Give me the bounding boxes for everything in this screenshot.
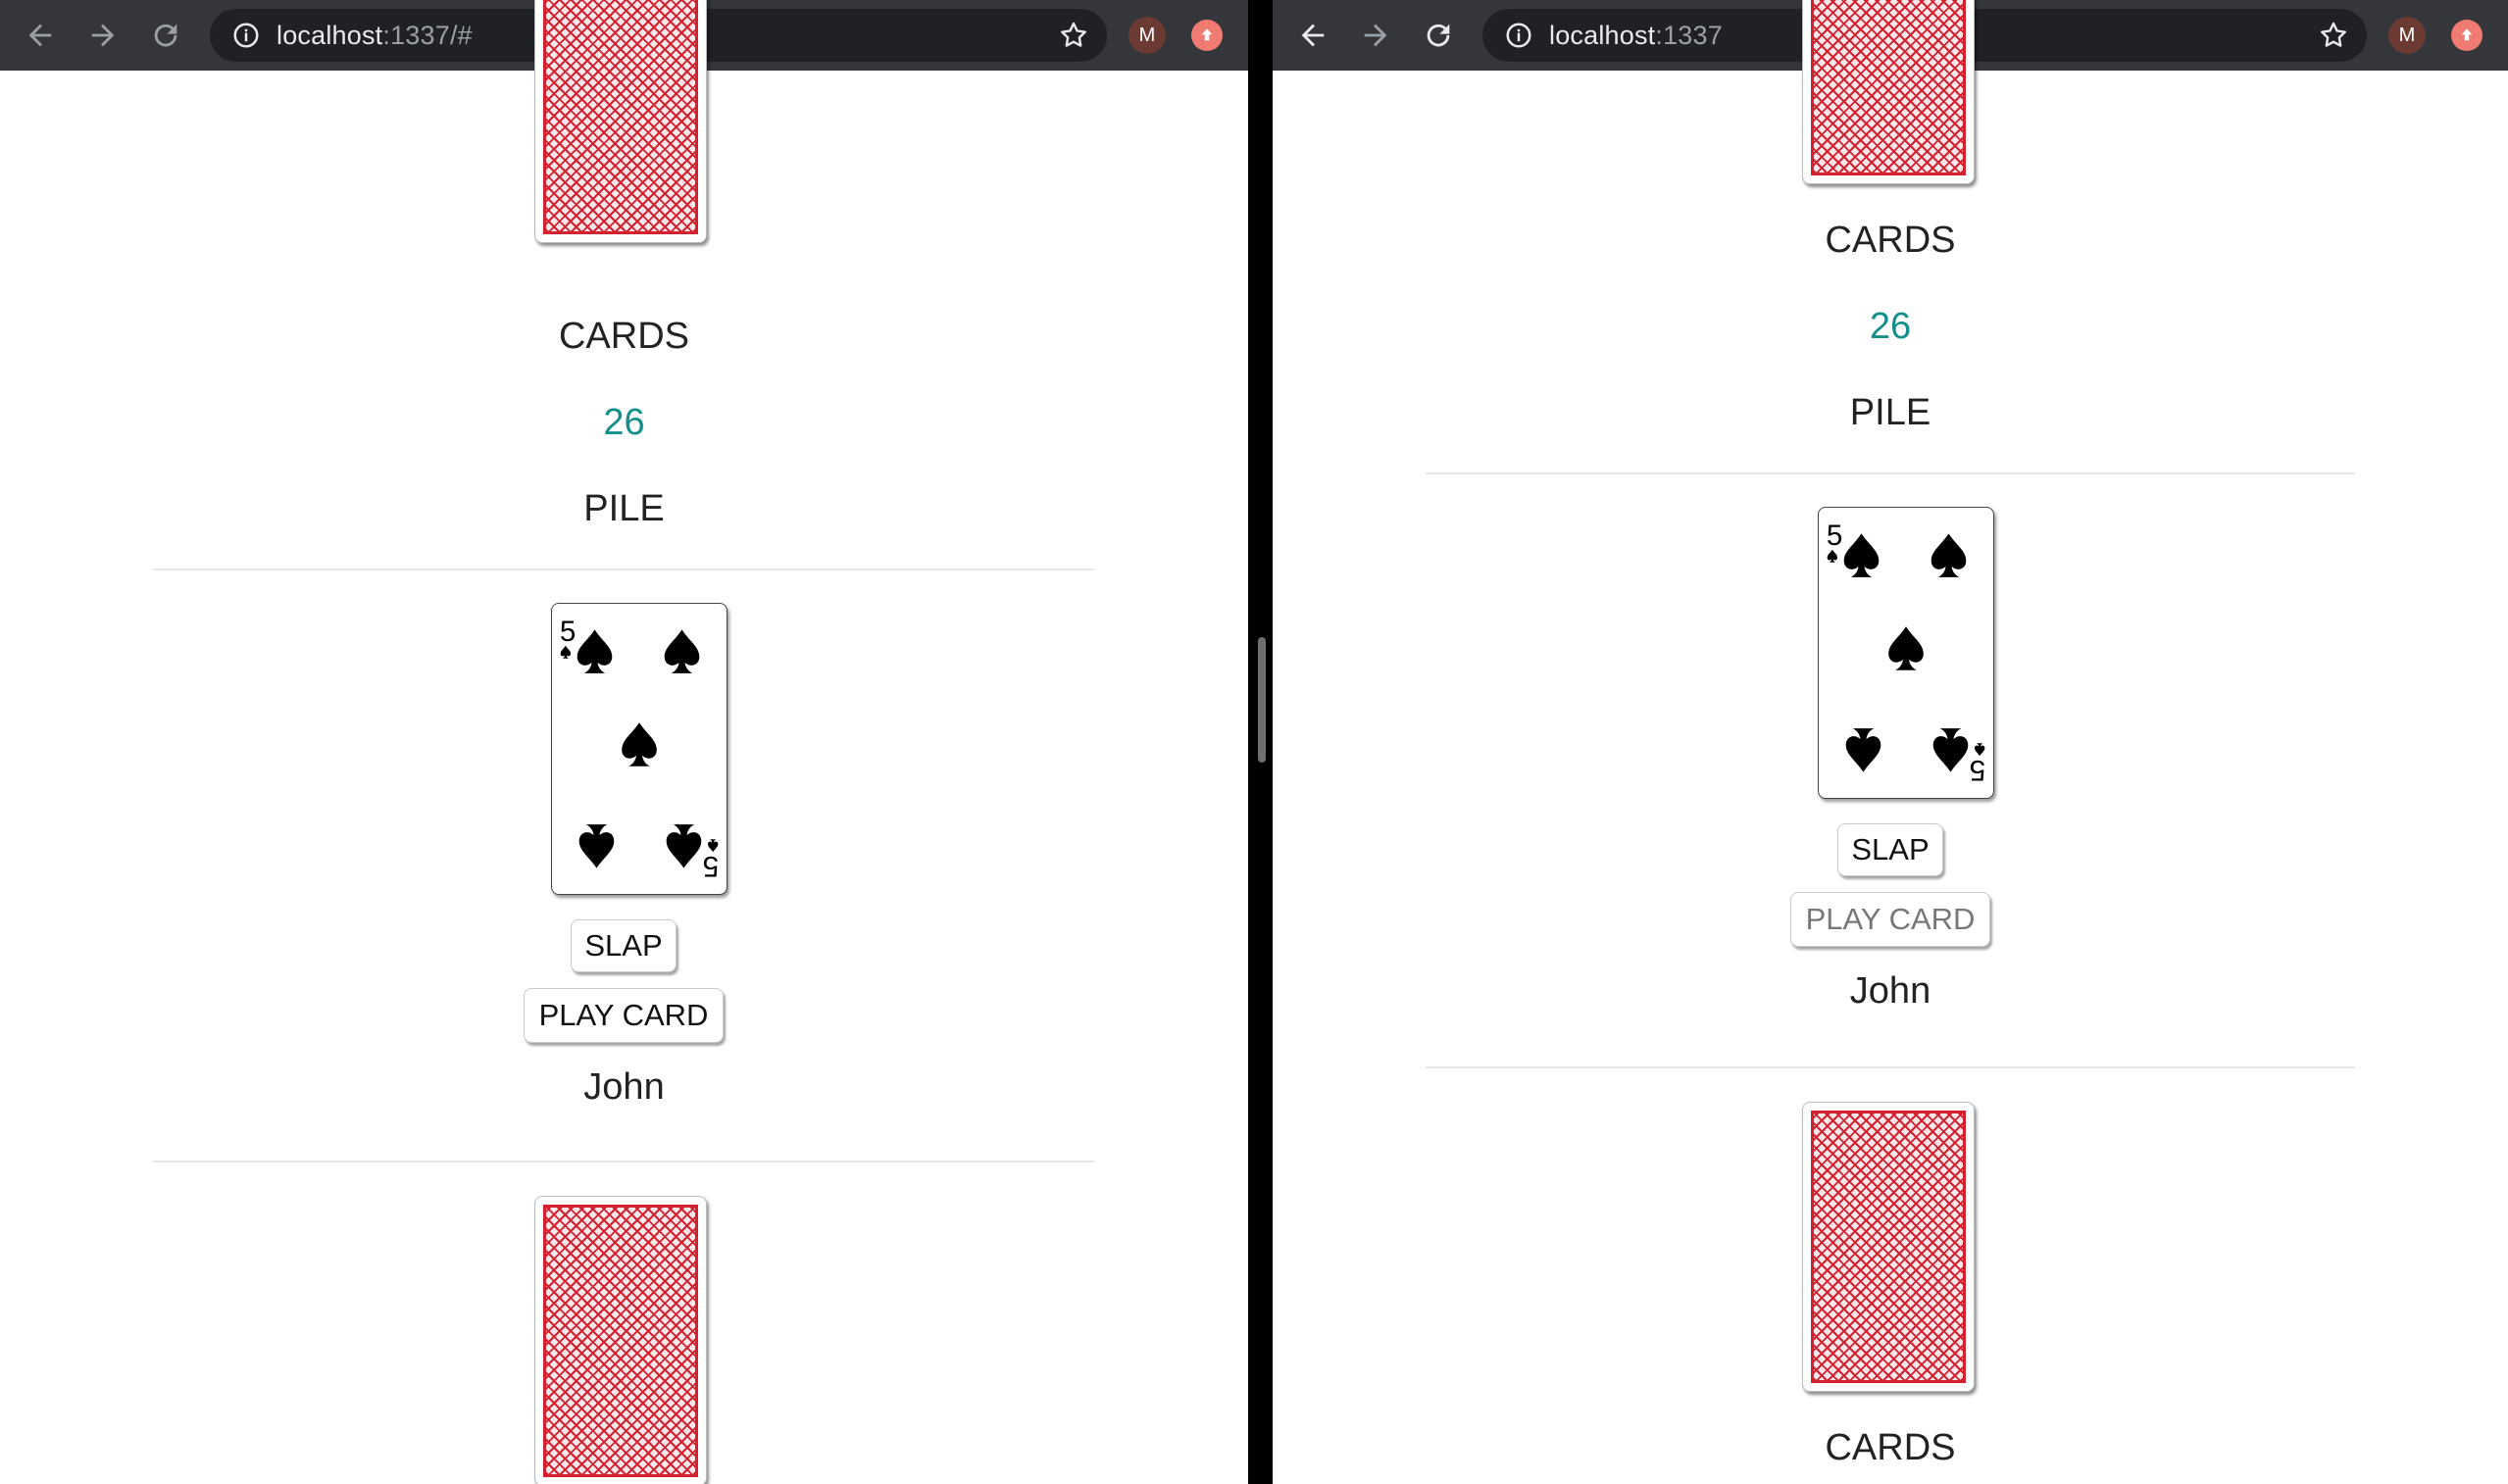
played-card-five-of-spades: 5 5 — [551, 603, 727, 895]
bookmark-star-icon[interactable] — [2318, 20, 2349, 51]
player-name: John — [1849, 970, 1931, 1012]
pile-label: PILE — [583, 488, 665, 529]
browser-window-left: localhost:1337/# M CARDS 26 PILE 5 5 SLA… — [0, 0, 1248, 1484]
svg-text:5: 5 — [1970, 754, 1986, 786]
back-button[interactable] — [1296, 19, 1329, 52]
url-text: localhost:1337/# — [276, 20, 473, 50]
forward-button[interactable] — [86, 19, 120, 52]
reload-button[interactable] — [1422, 19, 1455, 52]
forward-arrow-icon — [91, 24, 115, 47]
back-arrow-icon — [28, 24, 52, 47]
extension-icon[interactable] — [2451, 20, 2483, 51]
forward-arrow-icon — [1364, 24, 1387, 47]
deck-card-back — [534, 1196, 707, 1484]
player-name: John — [583, 1066, 665, 1108]
extension-icon[interactable] — [1191, 20, 1223, 51]
slap-button[interactable]: SLAP — [1837, 823, 1943, 876]
pile-count: 26 — [1869, 306, 1912, 347]
pile-count: 26 — [603, 402, 645, 443]
profile-avatar[interactable]: M — [2388, 17, 2426, 54]
profile-avatar[interactable]: M — [1129, 17, 1166, 54]
cards-label: CARDS — [558, 316, 690, 357]
divider — [1426, 472, 2355, 474]
pile-label: PILE — [1849, 392, 1931, 433]
divider — [153, 1161, 1094, 1162]
played-card-five-of-spades: 5 5 — [1818, 507, 1994, 799]
game-page: CARDS 26 PILE 5 5 SLAP PLAY CARD John — [1273, 0, 2508, 1484]
divider — [153, 569, 1094, 570]
svg-text:5: 5 — [703, 850, 720, 882]
forward-button[interactable] — [1359, 19, 1392, 52]
back-arrow-icon — [1301, 24, 1325, 47]
svg-text:5: 5 — [1827, 519, 1843, 552]
play-card-button[interactable]: PLAY CARD — [1790, 892, 1990, 947]
play-card-button[interactable]: PLAY CARD — [524, 988, 724, 1043]
divider — [1426, 1066, 2355, 1068]
svg-text:5: 5 — [560, 616, 577, 648]
url-text: localhost:1337 — [1549, 20, 1723, 50]
opponent-card-back — [534, 0, 707, 243]
window-split-handle[interactable] — [1258, 637, 1266, 763]
slap-button[interactable]: SLAP — [571, 919, 677, 972]
browser-window-right: localhost:1337 M CARDS 26 PILE 5 5 SLAP … — [1273, 0, 2508, 1484]
reload-button[interactable] — [149, 19, 182, 52]
back-button[interactable] — [24, 19, 57, 52]
opponent-card-back — [1802, 0, 1975, 184]
cards-label: CARDS — [1825, 220, 1956, 261]
game-page: CARDS 26 PILE 5 5 SLAP PLAY CARD John — [0, 0, 1248, 1484]
info-icon[interactable] — [1504, 21, 1533, 50]
deck-card-back — [1802, 1102, 1975, 1392]
reload-icon — [154, 24, 177, 47]
bookmark-star-icon[interactable] — [1058, 20, 1089, 51]
reload-icon — [1427, 24, 1450, 47]
info-icon[interactable] — [231, 21, 261, 50]
cards-label: CARDS — [1825, 1427, 1956, 1468]
